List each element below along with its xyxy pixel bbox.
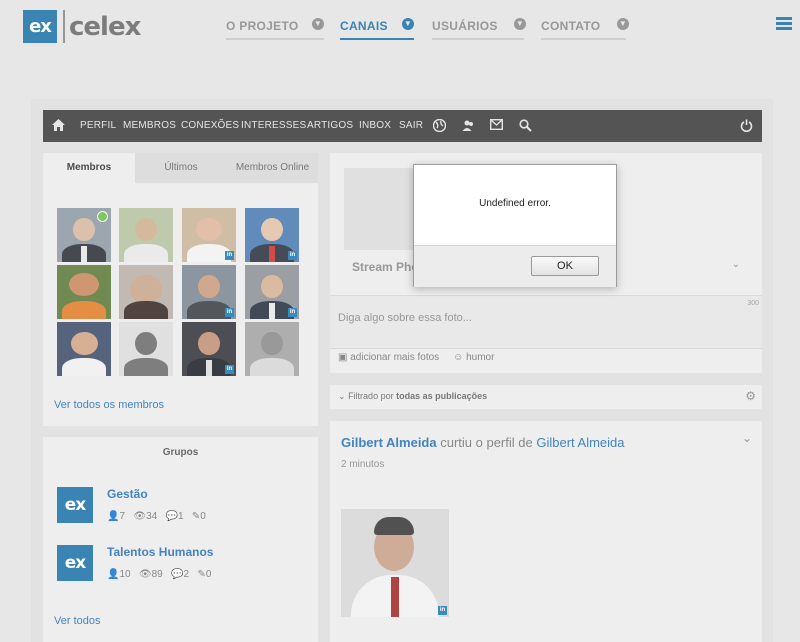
error-dialog: Undefined error. OK <box>413 164 617 287</box>
dialog-message: Undefined error. <box>479 198 551 209</box>
modal-overlay <box>0 0 800 642</box>
ok-button[interactable]: OK <box>531 256 599 276</box>
dialog-footer: OK <box>414 245 616 287</box>
